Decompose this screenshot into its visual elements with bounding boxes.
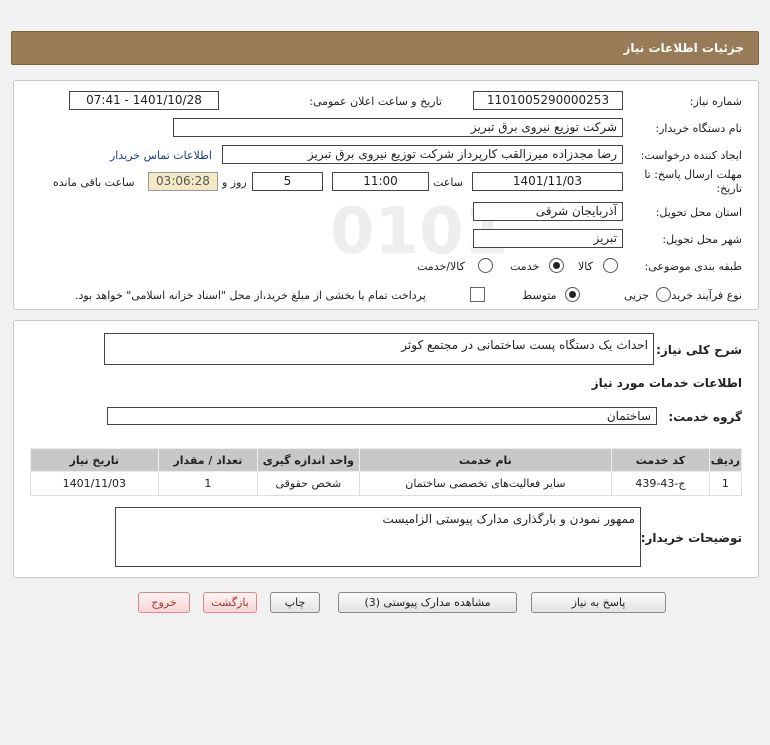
- page-header: جزئیات اطلاعات نیاز: [11, 31, 759, 65]
- deadline-time-label: ساعت: [433, 176, 463, 189]
- deadline-label-line1: مهلت ارسال پاسخ: تا: [644, 168, 742, 181]
- treasury-payment-checkbox[interactable]: [470, 287, 485, 302]
- services-table: ردیف کد خدمت نام خدمت واحد اندازه گیری ت…: [30, 448, 743, 496]
- remaining-time-label: ساعت باقی مانده: [53, 176, 135, 189]
- print-button[interactable]: چاپ: [270, 592, 320, 613]
- process-medium-radio[interactable]: [565, 287, 580, 302]
- cell-row: 1: [708, 471, 743, 496]
- col-row: ردیف: [708, 448, 743, 472]
- cell-need-date: 1401/11/03: [30, 471, 159, 496]
- col-need-date: تاریخ نیاز: [30, 448, 159, 472]
- need-number-field: 1101005290000253: [473, 91, 623, 110]
- summary-label: شرح کلی نیاز:: [656, 343, 742, 357]
- process-type-label: نوع فرآیند خرید :: [664, 289, 742, 302]
- service-group-field: ساختمان: [107, 407, 657, 425]
- buyer-org-field: شرکت توزیع نیروی برق تبریز: [173, 118, 623, 137]
- announce-datetime-field: 1401/10/28 - 07:41: [69, 91, 219, 110]
- days-remaining-field: 5: [252, 172, 323, 191]
- category-goods-label: کالا: [578, 260, 593, 273]
- deadline-label-line2: تاریخ:: [716, 182, 742, 195]
- cell-quantity: 1: [157, 471, 259, 496]
- col-service-code: کد خدمت: [611, 448, 710, 472]
- announce-datetime-label: تاریخ و ساعت اعلان عمومی:: [309, 95, 442, 108]
- city-field: تبریز: [473, 229, 623, 248]
- services-table-header: ردیف کد خدمت نام خدمت واحد اندازه گیری ت…: [30, 448, 743, 472]
- requester-label: ایجاد کننده درخواست:: [640, 149, 742, 162]
- need-number-label: شماره نیاز:: [689, 95, 742, 108]
- service-group-label: گروه خدمت:: [668, 410, 742, 424]
- need-details-panel: [13, 80, 759, 310]
- process-minor-label: جزیی: [624, 289, 650, 302]
- services-section-title: اطلاعات خدمات مورد نیاز: [591, 376, 742, 390]
- col-quantity: تعداد / مقدار: [157, 448, 259, 472]
- table-row: 1 ج-43-439 سایر فعالیت‌های تخصصی ساختمان…: [30, 471, 743, 496]
- back-button[interactable]: بازگشت: [203, 592, 257, 613]
- category-goods-radio[interactable]: [603, 258, 618, 273]
- remaining-time-field: 03:06:28: [148, 172, 218, 191]
- view-attachments-button[interactable]: مشاهده مدارک پیوستی (3): [338, 592, 517, 613]
- cell-service-name: سایر فعالیت‌های تخصصی ساختمان: [358, 471, 613, 496]
- page-title: جزئیات اطلاعات نیاز: [623, 41, 744, 55]
- requester-field: رضا مجدزاده میرزالقب کارپرداز شرکت توزیع…: [222, 145, 623, 164]
- days-label: روز و: [222, 176, 247, 189]
- col-unit: واحد اندازه گیری: [257, 448, 360, 472]
- city-label: شهر محل تحویل:: [662, 233, 742, 246]
- category-service-radio[interactable]: [549, 258, 564, 273]
- buyer-notes-label: توضیحات خریدار:: [640, 531, 742, 545]
- category-goods-service-radio[interactable]: [478, 258, 493, 273]
- category-goods-service-label: کالا/خدمت: [417, 260, 465, 273]
- exit-button[interactable]: خروج: [138, 592, 190, 613]
- col-service-name: نام خدمت: [358, 448, 613, 472]
- process-medium-label: متوسط: [522, 289, 557, 302]
- category-service-label: خدمت: [510, 260, 540, 273]
- category-label: طبقه بندی موضوعی:: [644, 260, 742, 273]
- cell-service-code: ج-43-439: [611, 471, 710, 496]
- deadline-date-field: 1401/11/03: [472, 172, 623, 191]
- process-minor-radio[interactable]: [656, 287, 671, 302]
- treasury-payment-text: پرداخت تمام یا بخشی از مبلغ خرید،از محل …: [75, 289, 426, 302]
- cell-unit: شخص حقوقی: [257, 471, 360, 496]
- reply-button[interactable]: پاسخ به نیاز: [531, 592, 666, 613]
- deadline-time-field: 11:00: [332, 172, 429, 191]
- buyer-notes-field: ممهور نمودن و بارگذاری مدارک پیوستی الزا…: [115, 507, 641, 567]
- province-field: آذربایجان شرقی: [473, 202, 623, 221]
- summary-field: احداث یک دستگاه پست ساختمانی در مجتمع کو…: [104, 333, 654, 365]
- buyer-org-label: نام دستگاه خریدار:: [655, 122, 742, 135]
- buyer-contact-link[interactable]: اطلاعات تماس خریدار: [110, 149, 212, 162]
- province-label: استان محل تحویل:: [655, 206, 742, 219]
